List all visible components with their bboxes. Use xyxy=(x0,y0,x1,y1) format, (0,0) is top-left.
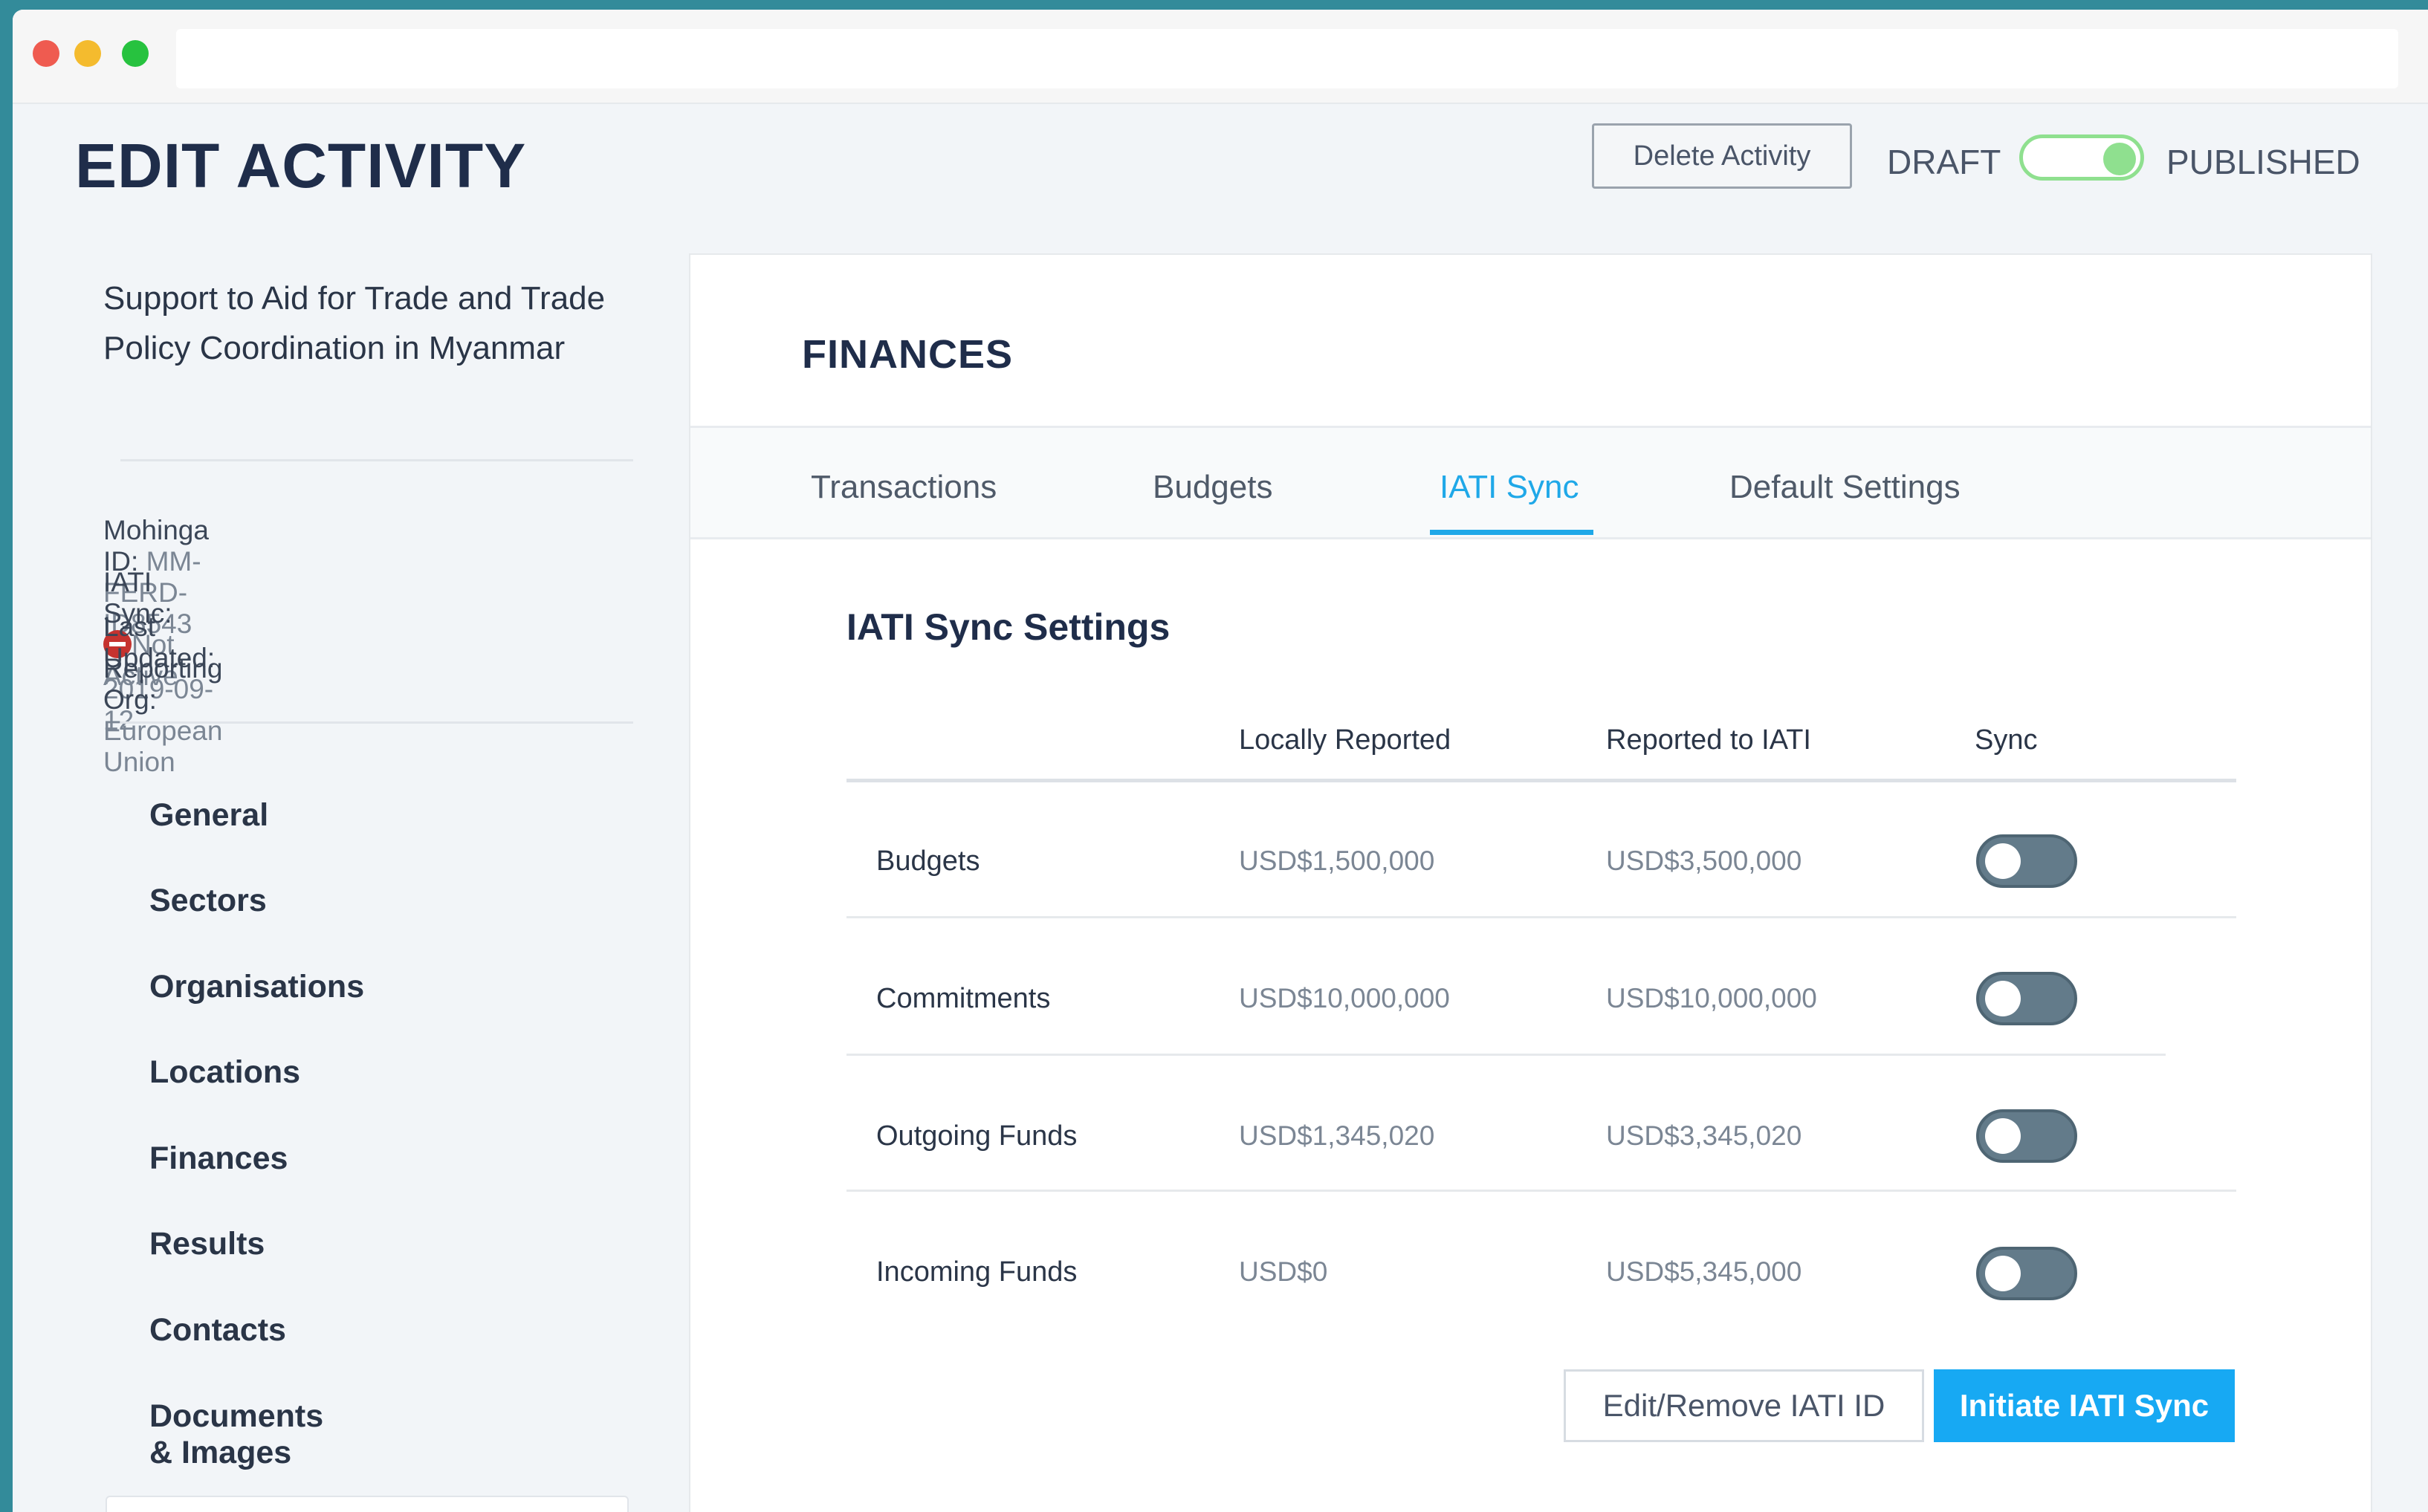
section-title: IATI Sync Settings xyxy=(846,606,1171,648)
row-value-iati: USD$3,345,020 xyxy=(1606,1120,1802,1151)
row-value-local: USD$1,500,000 xyxy=(1239,846,1435,876)
minimize-window-icon[interactable] xyxy=(74,40,101,67)
finances-card: FINANCES Transactions Budgets IATI Sync … xyxy=(689,253,2372,1512)
row-value-local: USD$1,345,020 xyxy=(1239,1120,1435,1151)
sidebar-item-sectors[interactable]: Sectors xyxy=(149,883,267,919)
publish-toggle-knob xyxy=(2103,143,2136,175)
published-label: PUBLISHED xyxy=(2166,143,2360,181)
table-header-divider xyxy=(846,779,2236,782)
row-value-iati: USD$10,000,000 xyxy=(1606,983,1817,1013)
row-label-commitments: Commitments xyxy=(876,983,1051,1014)
tab-budgets[interactable]: Budgets xyxy=(1153,469,1272,506)
address-bar[interactable] xyxy=(176,29,2398,88)
page-title: EDIT ACTIVITY xyxy=(75,131,527,201)
window-titlebar xyxy=(13,10,2428,104)
table-row-divider xyxy=(846,916,2236,918)
card-divider xyxy=(690,537,2371,539)
table-row-divider xyxy=(846,1054,2166,1056)
publish-toggle[interactable] xyxy=(2019,134,2144,181)
draft-label: DRAFT xyxy=(1887,143,2001,181)
tab-default-settings[interactable]: Default Settings xyxy=(1729,469,1961,506)
close-window-icon[interactable] xyxy=(33,40,59,67)
sidebar-item-documents-images[interactable]: Documents & Images xyxy=(149,1398,323,1471)
row-value-iati: USD$5,345,000 xyxy=(1606,1256,1802,1287)
sync-toggle-outgoing-funds[interactable] xyxy=(1976,1109,2077,1163)
sidebar-item-finances[interactable]: Finances xyxy=(149,1141,288,1177)
active-tab-indicator xyxy=(1430,530,1593,535)
activity-name: Support to Aid for Trade and Trade Polic… xyxy=(103,280,606,366)
sync-toggle-knob xyxy=(1985,981,2021,1016)
table-row-divider xyxy=(846,1190,2236,1192)
row-label-budgets: Budgets xyxy=(876,846,980,877)
sidebar-item-results[interactable]: Results xyxy=(149,1226,265,1262)
sidebar-item-organisations[interactable]: Organisations xyxy=(149,969,364,1005)
row-value-local: USD$10,000,000 xyxy=(1239,983,1450,1013)
sidebar-bottom-card xyxy=(106,1496,629,1512)
column-header-sync: Sync xyxy=(1975,724,2038,756)
sync-toggle-knob xyxy=(1985,1118,2021,1154)
maximize-window-icon[interactable] xyxy=(122,40,149,67)
browser-window: EDIT ACTIVITY Delete Activity DRAFT PUBL… xyxy=(13,10,2428,1512)
delete-activity-button[interactable]: Delete Activity xyxy=(1592,123,1852,189)
initiate-iati-sync-button[interactable]: Initiate IATI Sync xyxy=(1934,1369,2235,1442)
sync-toggle-knob xyxy=(1985,843,2021,879)
sidebar-item-contacts[interactable]: Contacts xyxy=(149,1312,286,1349)
sync-toggle-knob xyxy=(1985,1256,2021,1291)
row-label-incoming-funds: Incoming Funds xyxy=(876,1256,1078,1288)
column-header-locally-reported: Locally Reported xyxy=(1239,724,1451,756)
column-header-reported-to-iati: Reported to IATI xyxy=(1606,724,1811,756)
edit-remove-iati-id-button[interactable]: Edit/Remove IATI ID xyxy=(1564,1369,1924,1442)
sidebar-divider xyxy=(120,721,633,724)
tab-transactions[interactable]: Transactions xyxy=(811,469,997,506)
row-value-iati: USD$3,500,000 xyxy=(1606,846,1802,876)
sync-toggle-commitments[interactable] xyxy=(1976,972,2077,1025)
card-divider xyxy=(690,426,2371,428)
sidebar-divider xyxy=(120,459,633,461)
reporting-org: Reporting Org: European Union xyxy=(103,653,223,777)
row-label-outgoing-funds: Outgoing Funds xyxy=(876,1120,1078,1152)
sync-toggle-budgets[interactable] xyxy=(1976,834,2077,888)
sidebar-item-general[interactable]: General xyxy=(149,797,268,834)
row-value-local: USD$0 xyxy=(1239,1256,1328,1287)
sync-toggle-incoming-funds[interactable] xyxy=(1976,1247,2077,1300)
card-title: FINANCES xyxy=(802,332,1014,377)
sidebar-item-locations[interactable]: Locations xyxy=(149,1054,300,1091)
tab-iati-sync[interactable]: IATI Sync xyxy=(1440,469,1579,506)
